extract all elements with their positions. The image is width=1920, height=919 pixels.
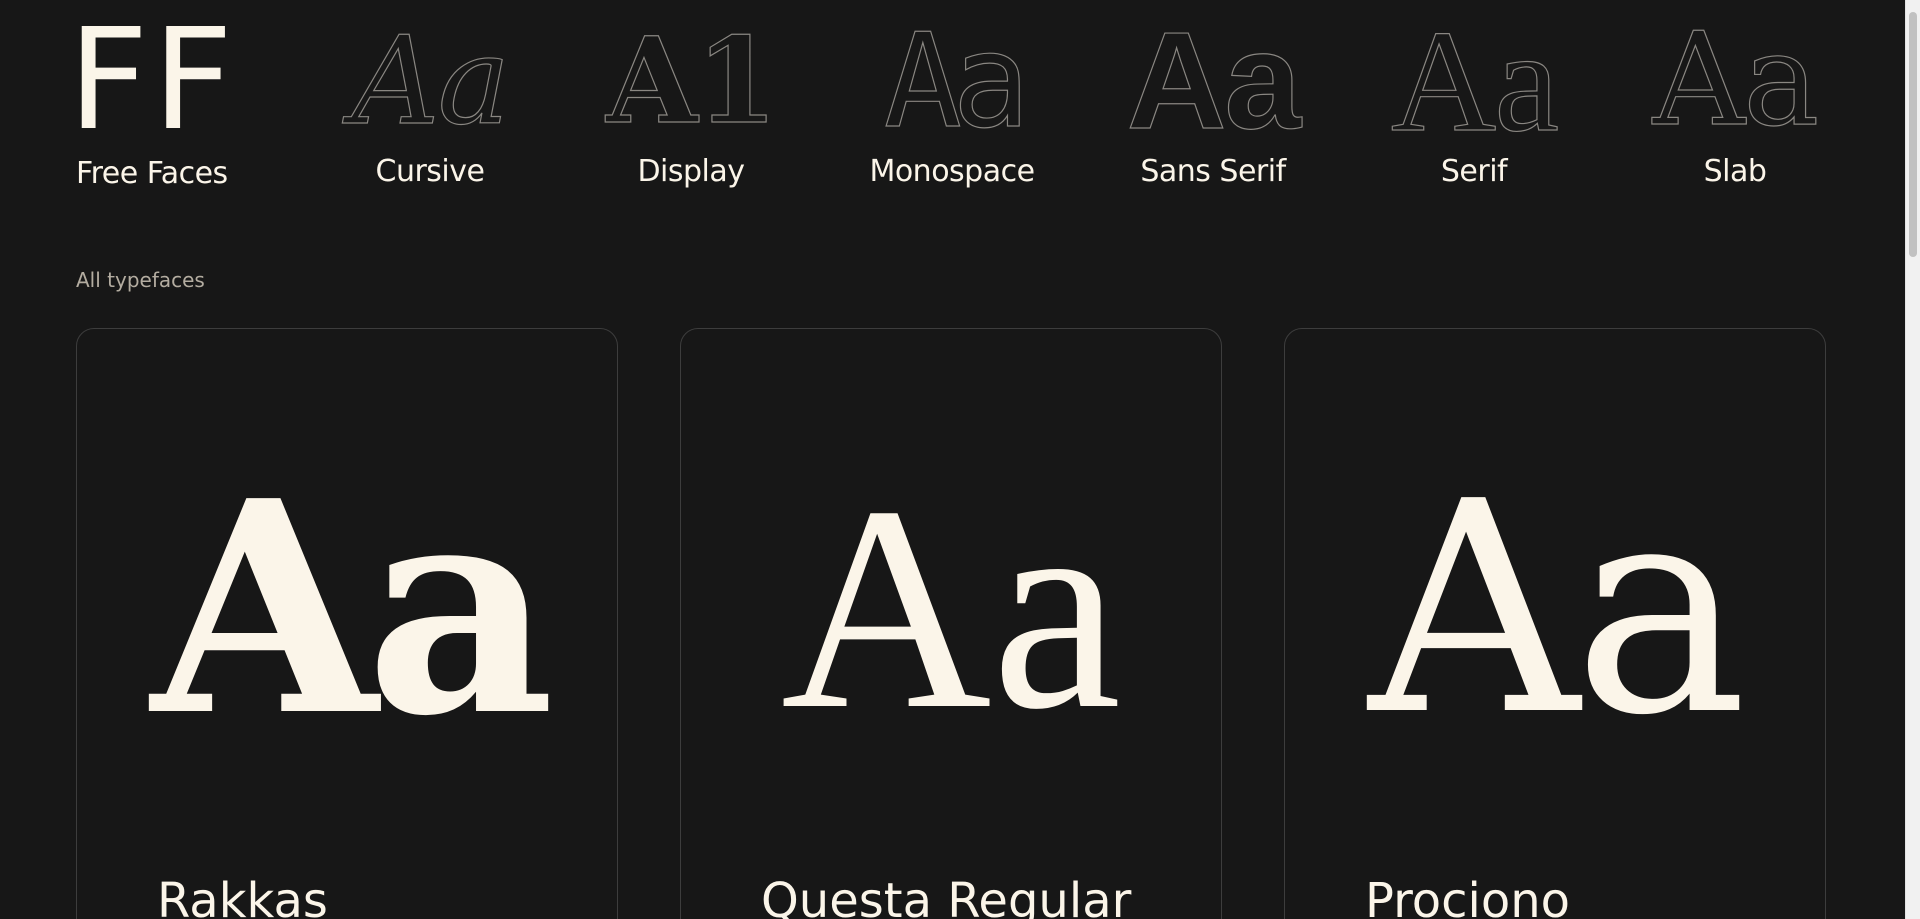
slab-glyph-preview: Aa: [1652, 6, 1820, 155]
category-slab[interactable]: Aa Slab: [1625, 6, 1845, 190]
category-serif[interactable]: Aa Serif: [1364, 0, 1584, 190]
free-faces-home-link[interactable]: FF Free Faces: [40, 0, 238, 192]
typeface-name: Rakkas: [157, 873, 328, 919]
vertical-scrollbar[interactable]: [1905, 0, 1920, 919]
typeface-sample: Aa: [151, 437, 555, 780]
typeface-card-prociono[interactable]: Aa Prociono: [1284, 328, 1826, 919]
category-monospace[interactable]: Aa Monospace: [842, 5, 1062, 190]
scrollbar-thumb[interactable]: [1909, 12, 1917, 257]
typeface-card-questa-regular[interactable]: Aa Questa Regular: [680, 328, 1222, 919]
category-sans-serif[interactable]: Aa Sans Serif: [1103, 4, 1323, 190]
sans-serif-glyph-preview: Aa: [1126, 4, 1302, 158]
display-glyph-preview: A1: [606, 11, 779, 150]
typeface-sample: Aa: [1368, 439, 1748, 779]
category-label-sans-serif: Sans Serif: [1140, 154, 1286, 189]
category-label-monospace: Monospace: [869, 154, 1035, 189]
category-label-slab: Slab: [1703, 154, 1767, 189]
free-faces-logo: FF: [68, 0, 238, 162]
category-cursive[interactable]: Aa Cursive: [320, 10, 540, 190]
all-typefaces-heading: All typefaces: [76, 268, 205, 292]
category-label-cursive: Cursive: [375, 154, 485, 189]
typeface-card-rakkas[interactable]: Aa Rakkas: [76, 328, 618, 919]
typeface-name: Questa Regular: [761, 873, 1132, 919]
category-nav: FF Free Faces Aa Cursive A1 Display Aa M…: [0, 0, 1905, 200]
category-display[interactable]: A1 Display: [581, 11, 801, 190]
category-label-display: Display: [637, 154, 745, 189]
typeface-sample: Aa: [780, 447, 1122, 770]
cursive-glyph-preview: Aa: [351, 10, 511, 152]
serif-glyph-preview: Aa: [1390, 0, 1559, 162]
typeface-name: Prociono: [1365, 873, 1571, 919]
monospace-glyph-preview: Aa: [883, 5, 1031, 157]
